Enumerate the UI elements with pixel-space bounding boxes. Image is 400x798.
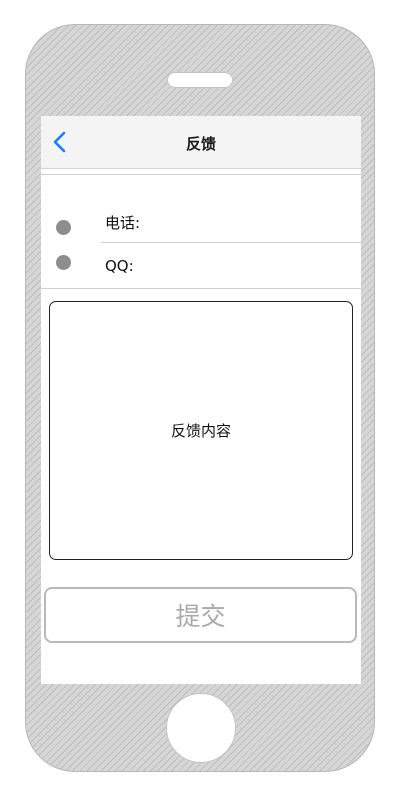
page-title: 反馈	[185, 135, 216, 153]
feedback-content-textarea[interactable]: 反馈内容	[49, 301, 353, 560]
speaker-slot	[167, 72, 233, 88]
navigation-bar: 反馈	[41, 116, 361, 169]
bullet-dot-icon	[56, 255, 71, 270]
home-button[interactable]	[166, 693, 236, 763]
submit-button[interactable]: 提交	[44, 587, 357, 643]
qq-row[interactable]: QQ:	[41, 243, 361, 287]
phone-row[interactable]: 电话:	[41, 198, 361, 242]
bullet-dot-icon	[56, 220, 71, 235]
section-divider-top	[41, 174, 361, 175]
app-screen: 反馈 电话: QQ: 反馈内容 提交	[41, 116, 361, 684]
phone-frame: 反馈 电话: QQ: 反馈内容 提交	[25, 24, 375, 772]
submit-button-label: 提交	[175, 602, 226, 631]
qq-label: QQ:	[105, 257, 134, 275]
feedback-placeholder: 反馈内容	[170, 422, 231, 440]
phone-label: 电话:	[105, 214, 141, 232]
section-divider-bottom	[41, 288, 361, 289]
